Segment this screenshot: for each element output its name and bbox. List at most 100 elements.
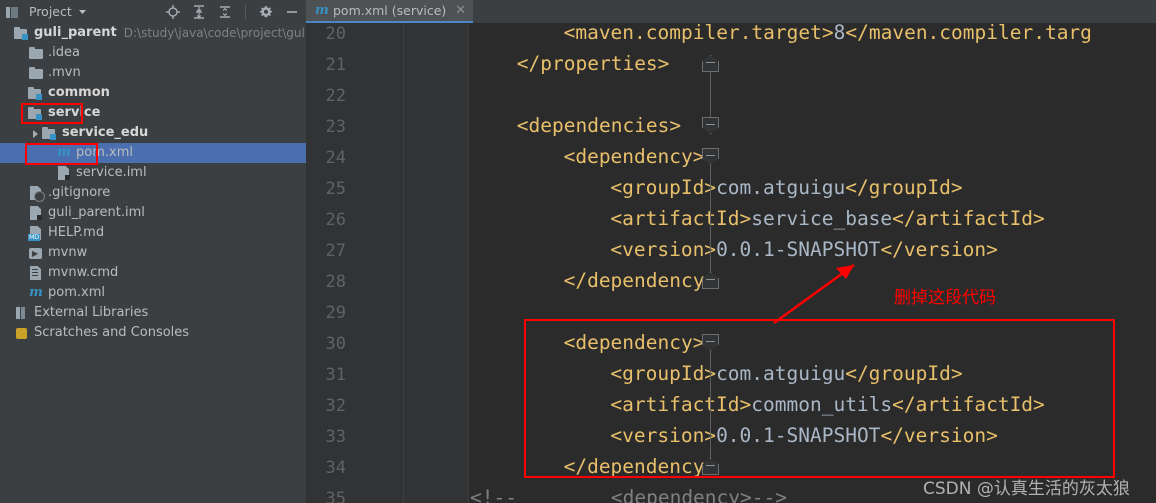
tree-row[interactable]: .mvn [0,63,306,83]
chevron-right-icon[interactable] [30,128,41,139]
line-number: 27 [325,241,346,261]
tree-row[interactable]: service.iml [0,163,306,183]
project-window-icon [4,4,20,20]
tree-row[interactable]: .idea [0,43,306,63]
folder-icon [28,45,44,61]
tree-row-label: HELP.md [48,225,105,240]
line-number: 31 [325,365,346,385]
code-token-tag: </artifactId> [892,393,1045,416]
code-token-tag: </dependency> [563,269,717,292]
tree-row-label: service_edu [62,125,149,140]
tree-row[interactable]: ▶ mvnw [0,243,306,263]
code-line: <!-- <dependency>--> [470,487,787,503]
line-number: 25 [325,179,346,199]
line-number: 29 [325,303,346,323]
gitignore-file-icon [28,185,45,202]
maven-icon: m [29,285,43,300]
tree-row-label: Scratches and Consoles [34,325,190,340]
chevron-down-icon[interactable] [77,2,88,21]
project-tool-window: Project guli_parent D:\study\java\code\p… [0,0,306,503]
close-icon[interactable]: ✕ [455,4,466,17]
collapse-all-icon[interactable] [217,4,233,20]
maven-icon: m [57,145,71,160]
code-token-cmt: <!-- <dependency>--> [470,486,787,503]
watermark: CSDN @认真生活的灰太狼 [923,479,1130,499]
iml-file-icon [56,165,72,181]
tree-row[interactable]: guli_parent.iml [0,203,306,223]
tree-row[interactable]: m pom.xml [0,283,306,303]
code-token-tag: </artifactId> [892,207,1045,230]
fold-gutter[interactable] [354,23,403,503]
code-line: <dependency> [564,146,705,168]
module-icon [42,125,58,141]
tree-row-path: D:\study\java\code\project\guli_parent [123,26,306,40]
minimize-icon[interactable] [284,4,300,20]
project-panel-header: Project [0,0,306,23]
tree-row[interactable]: common [0,83,306,103]
line-number-gutter: 20 21 22 23 24 25 26 27 28 29 30 31 32 33 34 35 [306,23,354,503]
tree-row[interactable]: .gitignore [0,183,306,203]
tree-row-label: pom.xml [48,285,105,300]
gear-icon[interactable] [258,4,274,20]
locate-icon[interactable] [165,4,181,20]
line-number: 21 [325,55,346,75]
code-token-val: 0.0.1-SNAPSHOT [716,424,881,447]
code-line: <groupId>com.atguigu</groupId> [610,363,962,385]
code-token-tag: <maven.compiler.target> [563,21,834,44]
fold-marker-start[interactable] [702,148,719,165]
project-tree[interactable]: guli_parent D:\study\java\code\project\gu… [0,23,306,343]
tree-row[interactable]: mvnw.cmd [0,263,306,283]
code-token-tag: <groupId> [610,362,717,385]
tree-row-label: mvnw.cmd [48,265,119,280]
annotation-gutter [403,23,469,503]
code-line: <dependencies> [517,115,681,137]
tree-row[interactable]: m pom.xml [0,143,306,163]
code-line: <version>0.0.1-SNAPSHOT</version> [610,425,997,447]
tree-row[interactable]: service [0,103,306,123]
code-token-tag: </version> [880,238,998,261]
fold-marker-end[interactable] [702,458,719,475]
libraries-icon [14,305,30,321]
code-token-val: 0.0.1-SNAPSHOT [716,238,881,261]
tab-pom-xml-service[interactable]: m pom.xml (service) ✕ [306,0,474,23]
fold-marker-end[interactable] [702,55,719,72]
tree-row[interactable]: service_edu [0,123,306,143]
code-editor[interactable]: 20 21 22 23 24 25 26 27 28 29 30 31 32 33 34 35 <maven.… [306,21,1156,503]
fold-connector [710,340,711,464]
code-token-val: service_base [751,207,893,230]
code-token-val: com.atguigu [716,362,846,385]
tree-row[interactable]: guli_parent D:\study\java\code\project\gu… [0,23,306,43]
fold-marker-start[interactable] [702,334,719,351]
shell-script-icon: ▶ [28,245,44,261]
code-token-val: com.atguigu [716,176,846,199]
tree-row[interactable]: Scratches and Consoles [0,323,306,343]
ide-window: Project guli_parent D:\study\java\code\p… [0,0,1156,503]
project-panel-title: Project [29,4,72,19]
code-token-tag: </dependency> [563,455,717,478]
code-line: </dependency> [564,456,717,478]
tree-row-label: pom.xml [76,145,133,160]
expand-all-icon[interactable] [191,4,207,20]
line-number: 20 [325,24,346,44]
code-token-tag: <artifactId> [610,393,752,416]
fold-marker-start[interactable] [702,117,719,134]
tree-row[interactable]: MD HELP.md [0,223,306,243]
tree-row-label: .idea [48,45,80,60]
fold-marker-end[interactable] [702,272,719,289]
tree-row-label: guli_parent [34,25,117,40]
code-token-tag: <groupId> [610,176,717,199]
tree-row-label: service [48,105,101,120]
folder-icon [28,65,44,81]
tree-row[interactable]: External Libraries [0,303,306,323]
tree-row-label: .gitignore [48,185,111,200]
scratches-icon [14,325,30,341]
